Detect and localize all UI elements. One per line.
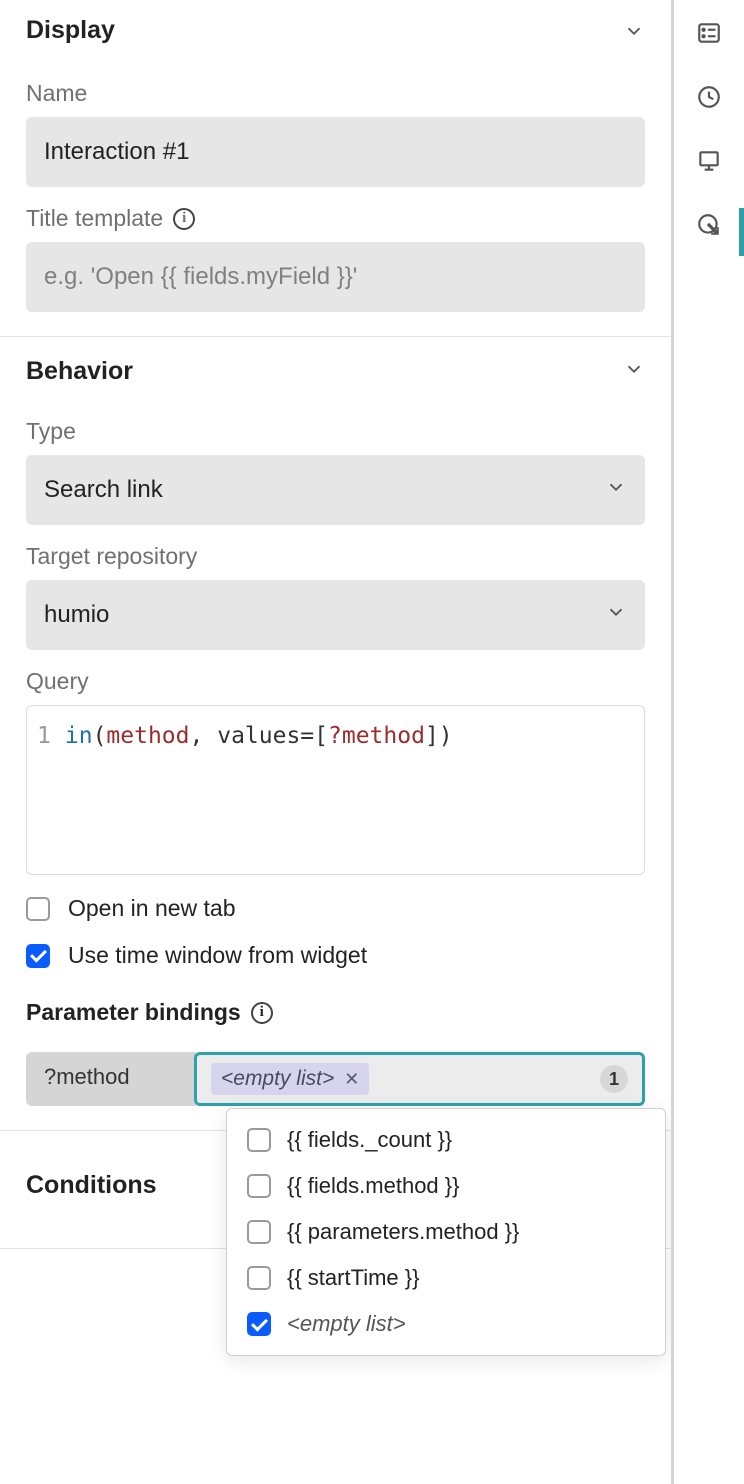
dropdown-option-checkbox[interactable] — [247, 1312, 271, 1336]
title-template-input[interactable] — [26, 242, 645, 312]
param-value-input[interactable]: <empty list> ✕ 1 — [194, 1052, 645, 1106]
name-input[interactable] — [26, 117, 645, 187]
dropdown-option[interactable]: {{ fields.method }} — [227, 1163, 665, 1209]
type-select[interactable]: Search link — [26, 455, 645, 525]
open-new-tab-label: Open in new tab — [68, 895, 236, 922]
dropdown-option[interactable]: {{ fields._count }} — [227, 1117, 665, 1163]
right-rail — [674, 0, 744, 1484]
param-key: ?method — [26, 1052, 196, 1106]
dropdown-option-checkbox[interactable] — [247, 1220, 271, 1244]
use-time-window-checkbox[interactable] — [26, 944, 50, 968]
target-repo-label: Target repository — [26, 543, 645, 570]
dropdown-option-label: {{ fields.method }} — [287, 1173, 459, 1199]
dropdown-option-label: {{ startTime }} — [287, 1265, 419, 1291]
presentation-icon[interactable] — [694, 146, 724, 176]
query-line-number: 1 — [37, 720, 65, 860]
query-label: Query — [26, 668, 645, 695]
param-chip-text: <empty list> — [221, 1067, 334, 1091]
info-icon[interactable]: i — [173, 208, 195, 230]
open-new-tab-row[interactable]: Open in new tab — [26, 895, 645, 922]
display-section-header[interactable]: Display — [26, 0, 645, 62]
dropdown-option[interactable]: <empty list> — [227, 1301, 665, 1347]
type-label: Type — [26, 418, 645, 445]
dropdown-option-label: {{ parameters.method }} — [287, 1219, 519, 1245]
target-cursor-icon[interactable] — [694, 210, 724, 240]
dropdown-option-label: <empty list> — [287, 1311, 406, 1337]
dropdown-option-checkbox[interactable] — [247, 1128, 271, 1152]
param-value-dropdown: {{ fields._count }} {{ fields.method }} {{… — [226, 1108, 666, 1356]
open-new-tab-checkbox[interactable] — [26, 897, 50, 921]
rail-active-indicator — [739, 208, 744, 256]
chevron-down-icon — [605, 476, 627, 505]
conditions-title: Conditions — [26, 1171, 157, 1200]
display-title: Display — [26, 16, 115, 45]
clock-icon[interactable] — [694, 82, 724, 112]
behavior-section-header[interactable]: Behavior — [26, 337, 645, 400]
param-bindings-label-text: Parameter bindings — [26, 999, 241, 1026]
info-icon[interactable]: i — [251, 1002, 273, 1024]
query-line: in(method, values=[?method]) — [65, 720, 453, 860]
behavior-title: Behavior — [26, 357, 133, 386]
chevron-down-icon — [623, 358, 645, 386]
name-label: Name — [26, 80, 645, 107]
use-time-window-label: Use time window from widget — [68, 942, 367, 969]
target-repo-select[interactable]: humio — [26, 580, 645, 650]
dropdown-option-label: {{ fields._count }} — [287, 1127, 452, 1153]
type-value: Search link — [44, 476, 163, 504]
param-binding-row: ?method <empty list> ✕ 1 {{ fields._coun… — [26, 1052, 645, 1106]
chevron-down-icon — [605, 601, 627, 630]
dropdown-option-checkbox[interactable] — [247, 1266, 271, 1290]
param-value-chip: <empty list> ✕ — [211, 1063, 369, 1095]
title-template-label: Title template i — [26, 205, 645, 232]
chevron-down-icon — [623, 20, 645, 48]
query-editor[interactable]: 1 in(method, values=[?method]) — [26, 705, 645, 875]
param-count-badge: 1 — [600, 1065, 628, 1093]
chip-remove-icon[interactable]: ✕ — [344, 1069, 359, 1090]
target-repo-value: humio — [44, 601, 109, 629]
title-template-label-text: Title template — [26, 205, 163, 232]
dropdown-option[interactable]: {{ parameters.method }} — [227, 1209, 665, 1255]
param-bindings-label: Parameter bindings i — [26, 999, 645, 1026]
list-icon[interactable] — [694, 18, 724, 48]
dropdown-option[interactable]: {{ startTime }} — [227, 1255, 665, 1301]
dropdown-option-checkbox[interactable] — [247, 1174, 271, 1198]
use-time-window-row[interactable]: Use time window from widget — [26, 942, 645, 969]
